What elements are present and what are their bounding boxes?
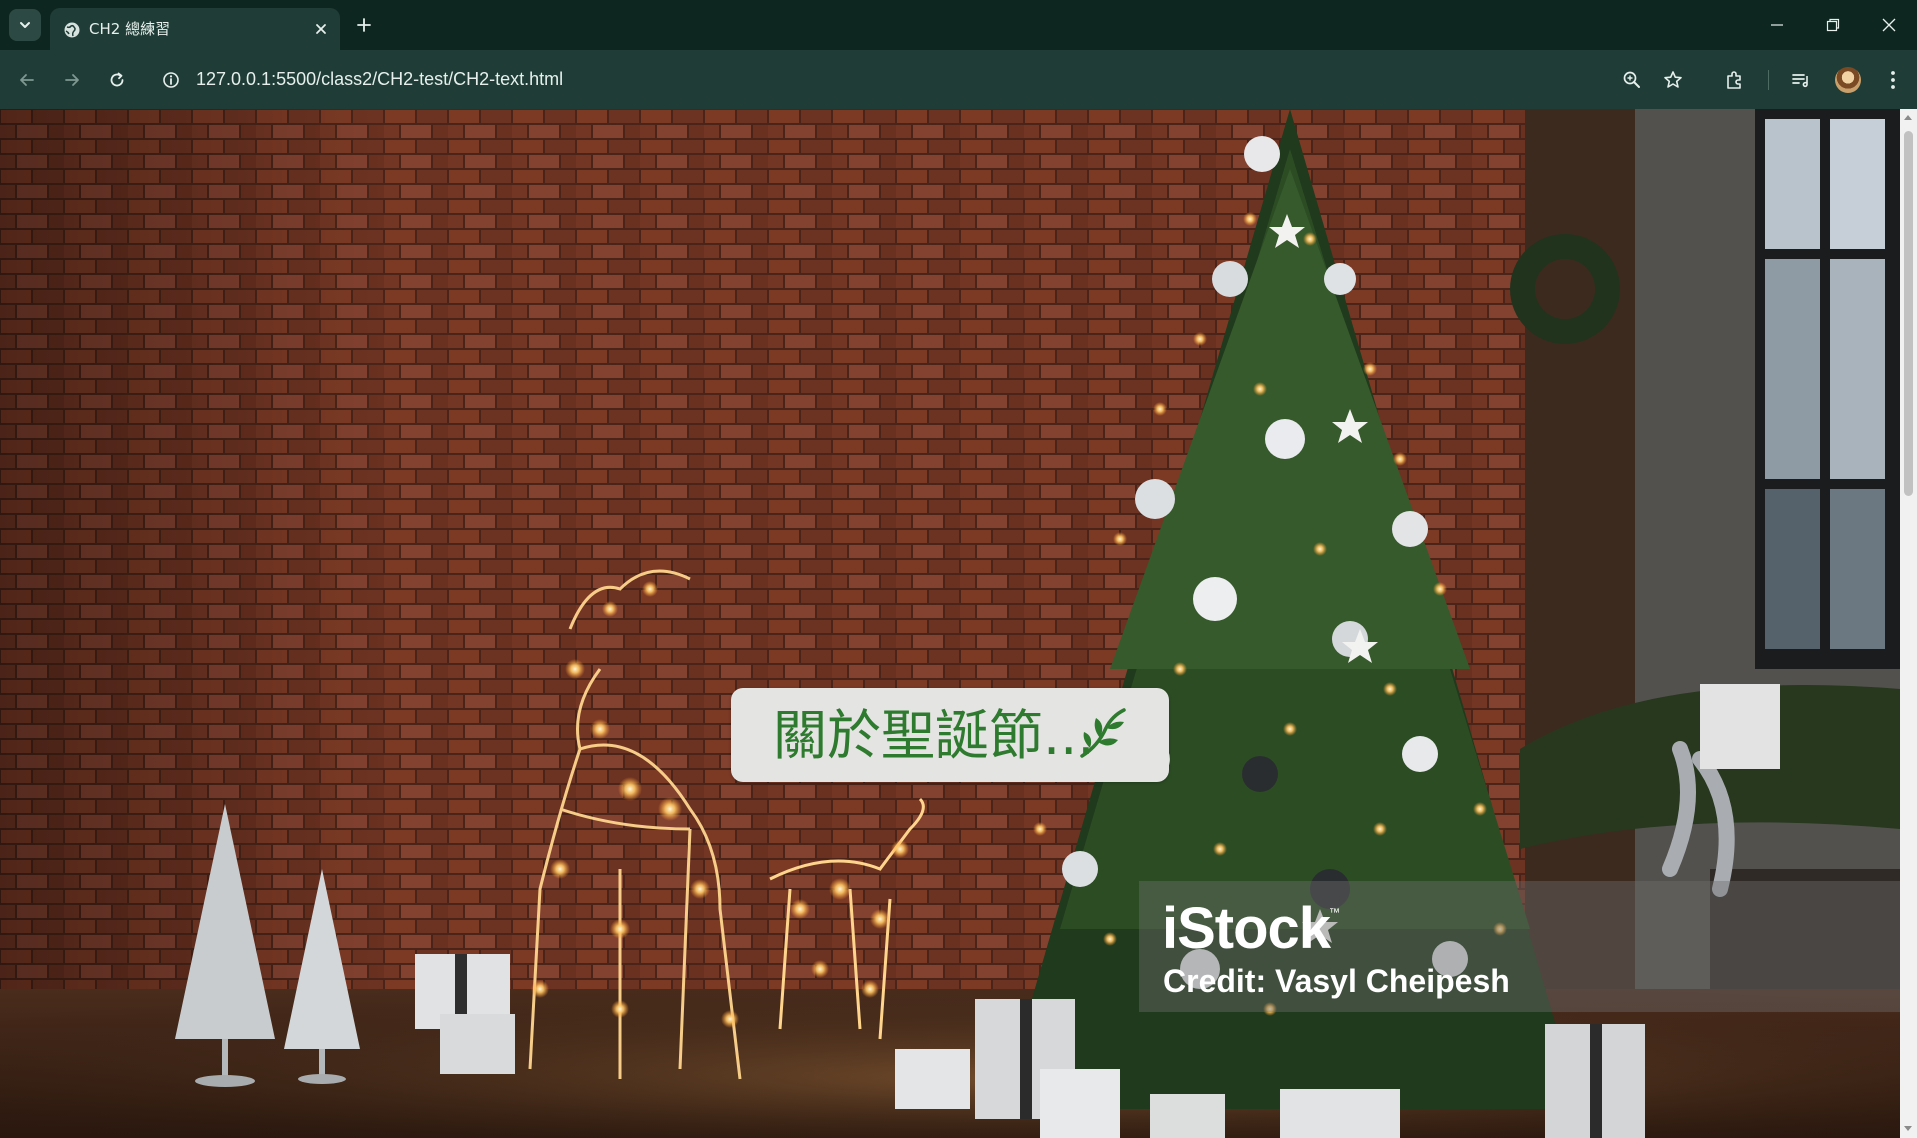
forward-button[interactable] [56, 64, 88, 96]
close-icon [1882, 18, 1896, 32]
minimize-icon [1771, 24, 1783, 26]
istock-logo: iStock [1162, 896, 1331, 961]
scrollbar-thumb[interactable] [1904, 131, 1913, 496]
tab-search-button[interactable] [9, 9, 41, 41]
extensions-icon [1727, 71, 1741, 89]
scroll-down-arrow[interactable] [1904, 1126, 1912, 1131]
info-icon [163, 72, 179, 88]
back-button[interactable] [11, 64, 43, 96]
zoom-button[interactable] [1616, 64, 1648, 96]
heading-box: 關於聖誕節... [731, 688, 1169, 782]
back-icon [20, 74, 34, 86]
menu-button[interactable] [1877, 64, 1909, 96]
reading-list-icon [1792, 74, 1808, 88]
zoom-icon [1623, 71, 1640, 88]
page-viewport: 關於聖誕節... iStock ™ Credit: Vasyl Cheipesh [0, 109, 1900, 1138]
istock-watermark: iStock ™ Credit: Vasyl Cheipesh [1139, 881, 1900, 1012]
bookmark-button[interactable] [1657, 64, 1689, 96]
sprig-icon [1080, 708, 1126, 758]
restore-button[interactable] [1804, 0, 1862, 50]
tab-title: CH2 總練習 [89, 20, 171, 38]
window-close-button[interactable] [1860, 0, 1917, 50]
chevron-down-icon [20, 22, 30, 28]
extensions-button[interactable] [1719, 64, 1751, 96]
bookmark-star-icon [1664, 71, 1682, 88]
reload-button[interactable] [101, 64, 133, 96]
reading-list-button[interactable] [1785, 64, 1817, 96]
photo-credit: Credit: Vasyl Cheipesh [1163, 963, 1510, 999]
forward-icon [65, 74, 79, 86]
tab-strip: CH2 總練習 [0, 0, 1917, 50]
page-heading: 關於聖誕節... [773, 704, 1095, 767]
address-bar-url[interactable]: 127.0.0.1:5500/class2/CH2-test/CH2-text.… [196, 67, 563, 91]
minimize-button[interactable] [1748, 0, 1806, 50]
globe-icon [64, 22, 80, 38]
toolbar-divider [1768, 70, 1769, 90]
browser-toolbar: 127.0.0.1:5500/class2/CH2-test/CH2-text.… [0, 50, 1917, 109]
browser-tab[interactable]: CH2 總練習 [50, 8, 340, 50]
tab-close-button[interactable] [311, 19, 331, 39]
vertical-scrollbar[interactable] [1900, 109, 1917, 1138]
restore-icon [1826, 18, 1840, 32]
scroll-up-arrow[interactable] [1904, 115, 1912, 120]
plus-icon [357, 18, 371, 32]
profile-avatar[interactable] [1835, 67, 1861, 93]
reload-icon [110, 72, 124, 87]
menu-icon [1891, 71, 1895, 89]
new-tab-button[interactable] [352, 13, 376, 37]
site-info-button[interactable] [155, 64, 187, 96]
close-icon [316, 24, 326, 34]
trademark-symbol: ™ [1329, 907, 1340, 919]
